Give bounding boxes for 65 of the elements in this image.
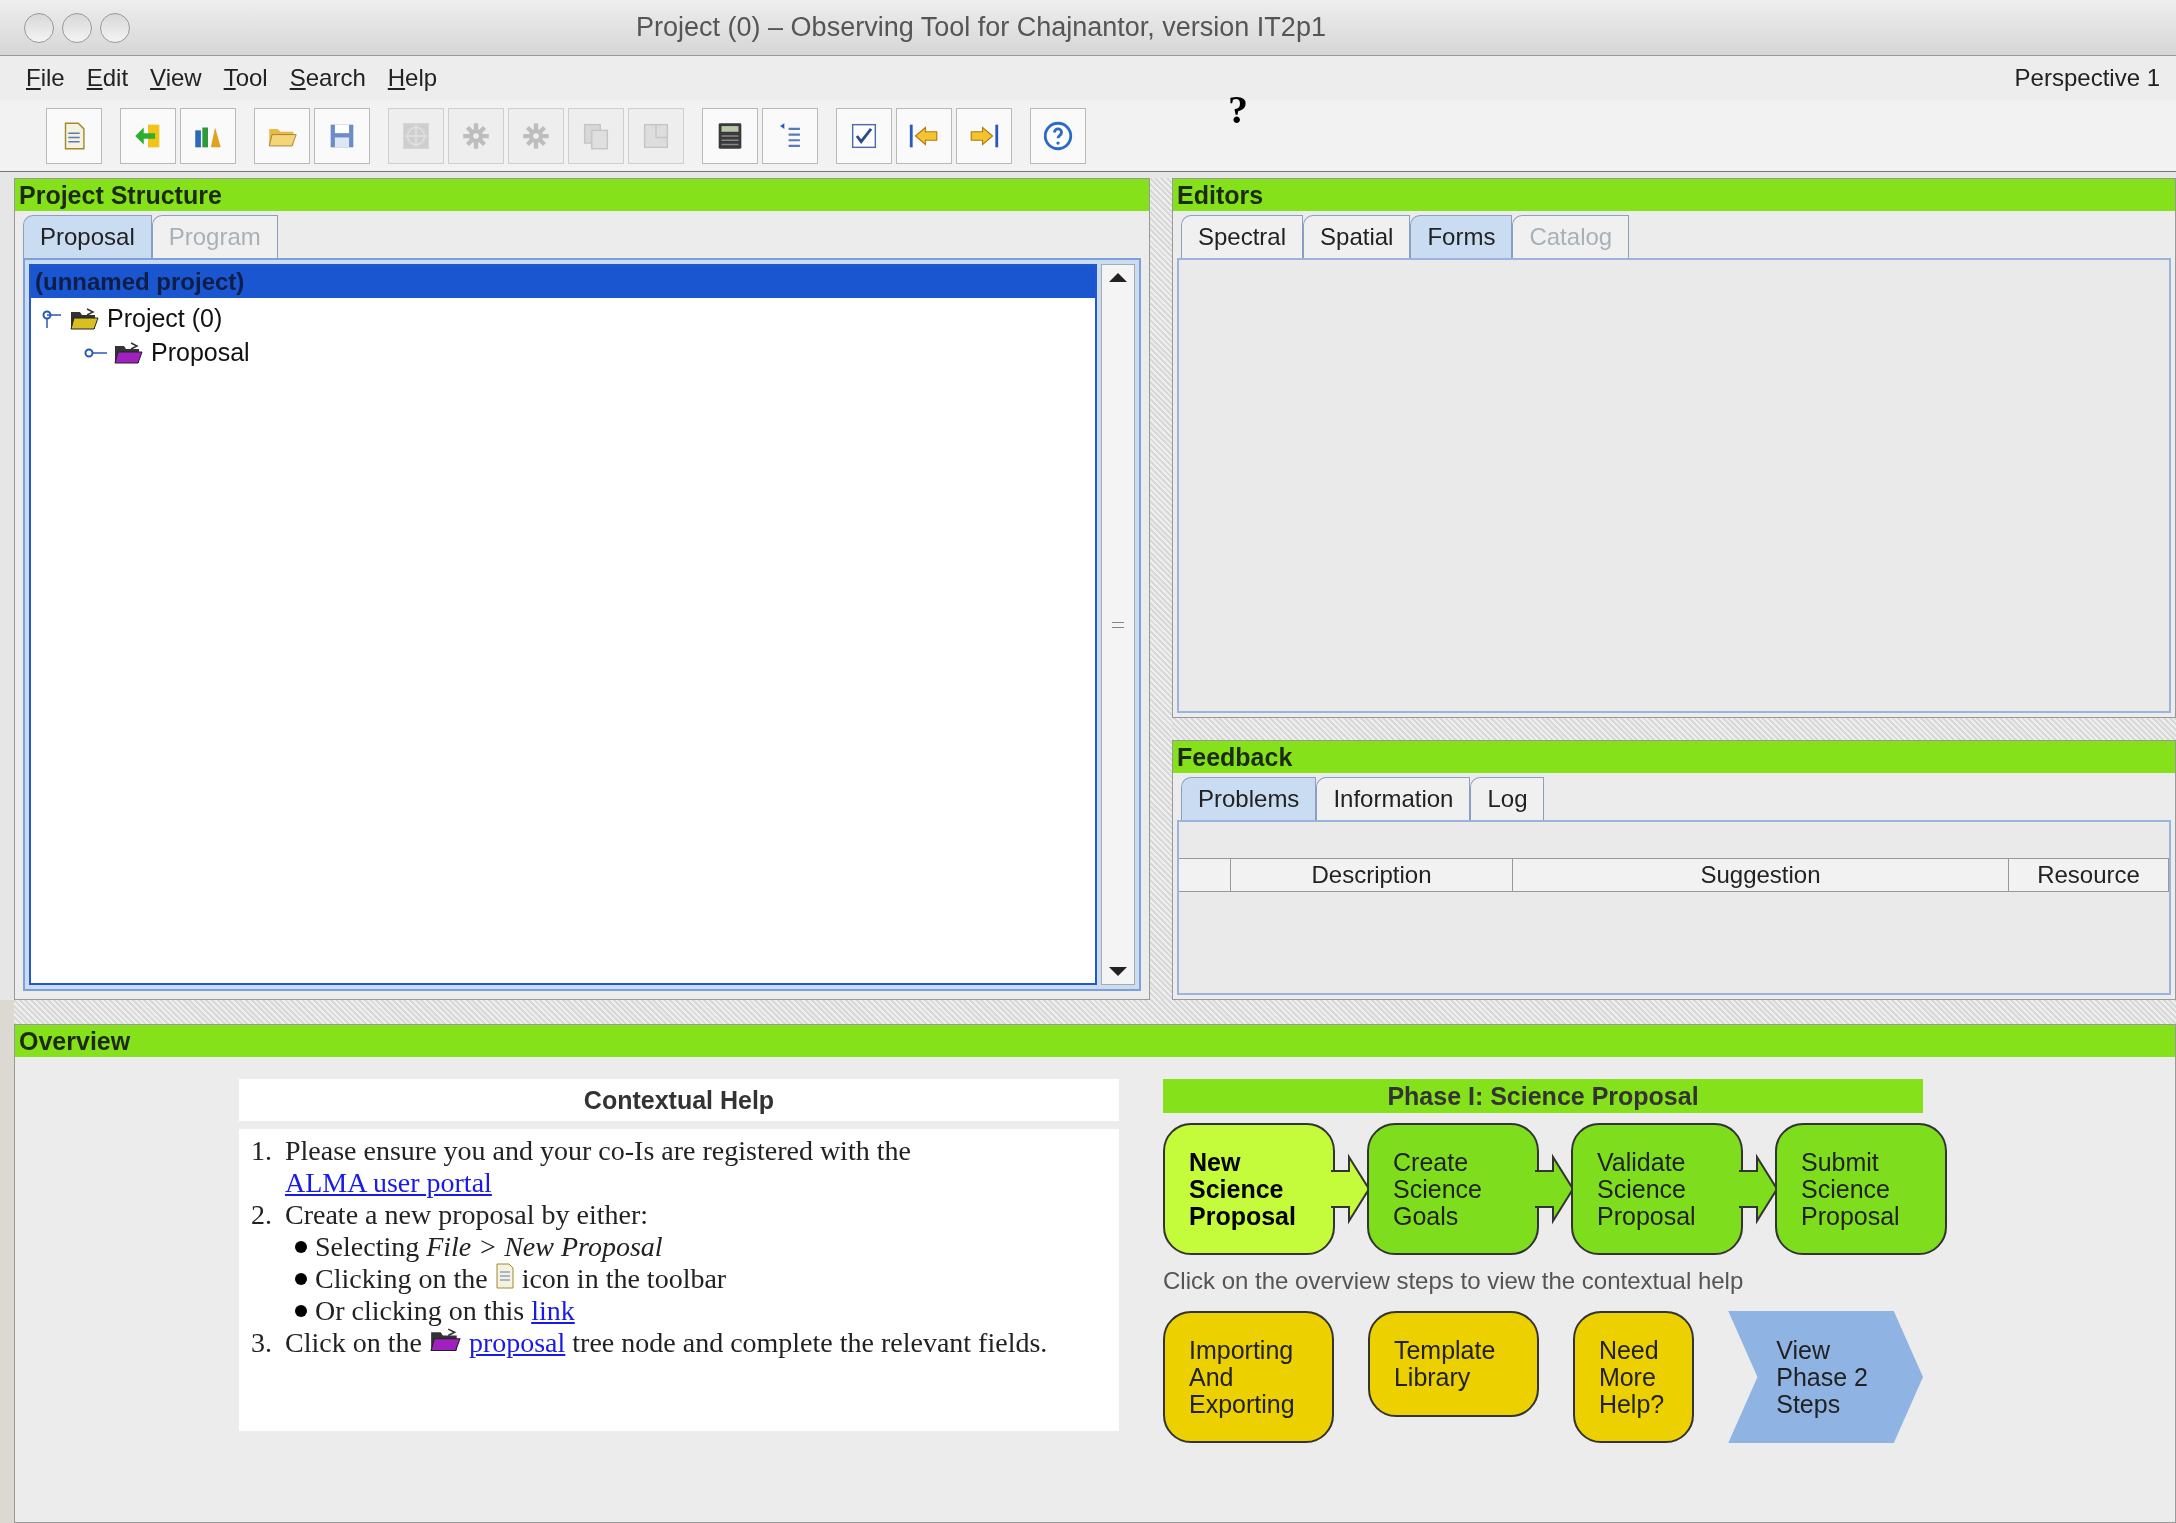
help-text: Click on the proposal tree node and complete the relevant fields. [285,1327,1049,1359]
toolbar-button[interactable] [1030,107,1086,164]
bullet-icon [295,1273,307,1285]
tab[interactable]: Spectral [1181,215,1304,258]
bullet-icon [295,1305,307,1317]
panel-header: Feedback [1173,741,2175,773]
panel-header: Project Structure [15,179,1149,211]
question-mark: ? [1228,86,1248,134]
help-text: Clicking on the icon in the toolbar [315,1263,727,1295]
list-number: 3. [251,1327,273,1359]
link[interactable]: proposal [468,1327,566,1358]
help-title: Contextual Help [239,1079,1119,1121]
tab[interactable]: Log [1470,777,1545,820]
help-text: Selecting File > New Proposal [315,1231,663,1263]
menu-item[interactable]: Help [387,60,438,96]
panel-header: Overview [15,1025,2175,1057]
column-header[interactable]: Description [1231,859,1513,891]
help-text: Please ensure you and your co-Is are registered with the ALMA user portal [285,1135,912,1199]
next-phase-button[interactable]: View Phase 2 Steps [1728,1311,1923,1443]
window-control-icon[interactable] [100,12,130,43]
help-text: Create a new proposal by either: [285,1199,650,1231]
tab[interactable]: Information [1316,777,1471,820]
phase-title: Phase I: Science Proposal [1163,1079,1923,1113]
task-button[interactable]: Need More Help? [1572,1311,1695,1443]
tab[interactable]: Spatial [1303,215,1411,258]
link[interactable]: ALMA user portal [285,1167,492,1198]
menu-item[interactable]: Tool [223,60,268,96]
task-button[interactable]: Importing And Exporting [1163,1311,1334,1443]
step-button[interactable]: New Science Proposal [1163,1123,1335,1255]
help-text: Or clicking on this link [315,1295,575,1327]
list-number: 2. [251,1199,273,1232]
column-header[interactable]: Suggestion [1513,859,2009,891]
splitter[interactable] [14,1000,2176,1024]
toolbar-button[interactable] [180,107,236,164]
folder-icon [113,341,143,365]
panel-header: Editors [1173,179,2175,211]
window-control-icon[interactable] [24,12,54,43]
menu-item[interactable]: Search [289,60,366,96]
document-icon [494,1263,515,1289]
link[interactable]: link [531,1295,575,1326]
window-title: Project (0) – Observing Tool for Chajnantor, version IT2p1 [635,11,1327,45]
menu-item[interactable]: Edit [86,60,129,96]
folder-icon [69,307,99,331]
window-control-icon[interactable] [62,12,92,43]
step-button[interactable]: Validate Science Proposal [1571,1123,1743,1255]
tab[interactable]: Problems [1181,777,1317,820]
tree-header: (unnamed project) [31,266,1095,298]
task-button[interactable]: Template Library [1367,1311,1539,1417]
bullet-icon [295,1241,307,1253]
hint-text: Click on the overview steps to view the contextual help [1163,1266,1745,1296]
folder-icon [428,1327,461,1353]
menu-item[interactable]: View [150,60,202,96]
toolbar-button[interactable] [836,107,892,164]
list-number: 1. [251,1135,273,1168]
step-button[interactable]: Submit Science Proposal [1775,1123,1947,1255]
perspective-label: Perspective 1 [2014,63,2160,93]
step-button[interactable]: Create Science Goals [1367,1123,1539,1255]
splitter[interactable] [1150,178,1172,1000]
column-header[interactable]: Resource [2009,859,2169,891]
tab[interactable]: Forms [1410,215,1513,258]
menu-item[interactable]: File [26,60,65,96]
tab[interactable]: Proposal [23,215,152,258]
toolbar-button[interactable] [702,107,758,164]
splitter[interactable] [1172,718,2176,740]
scrollbar[interactable] [1101,264,1135,985]
